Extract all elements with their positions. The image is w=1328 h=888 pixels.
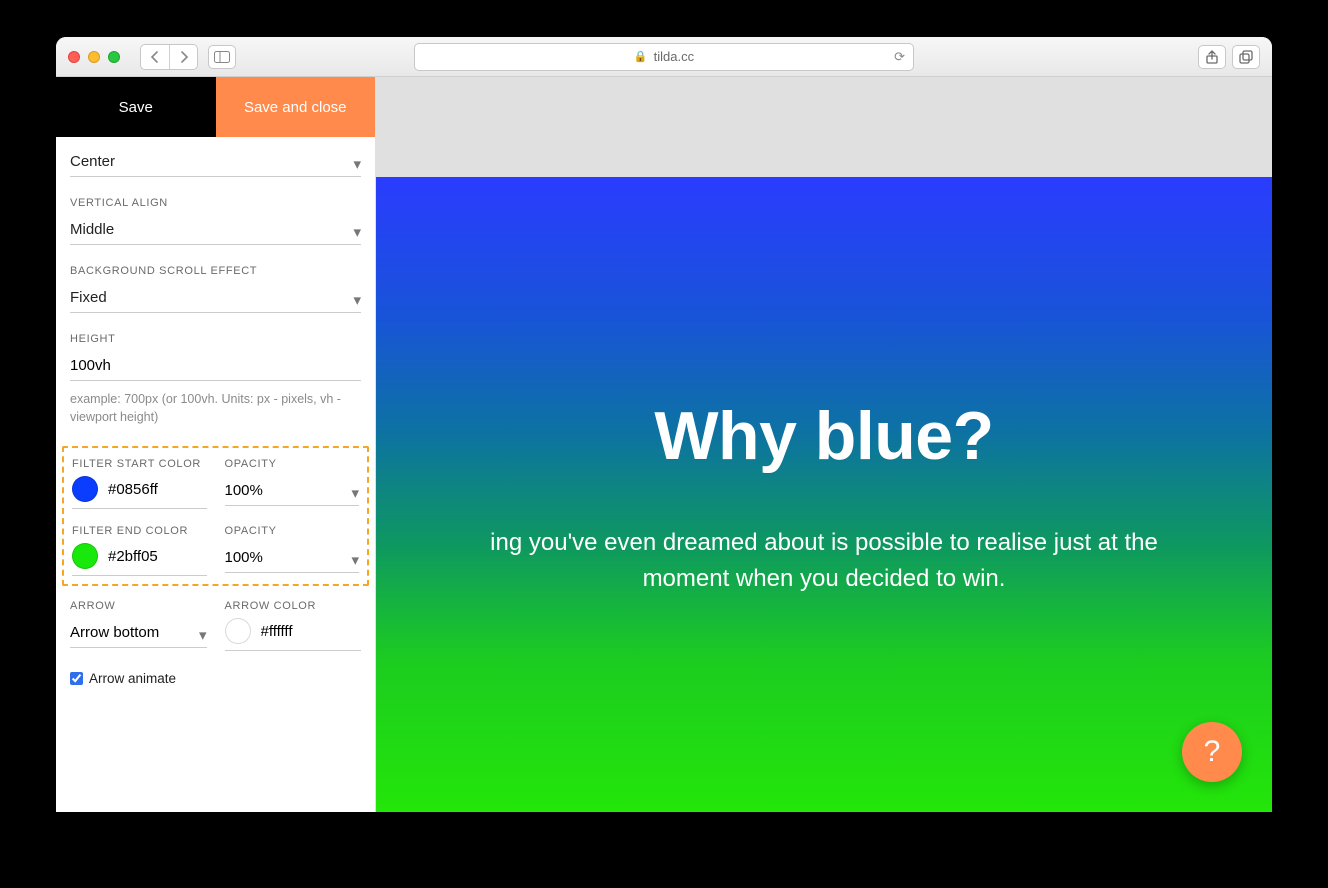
- height-input[interactable]: [70, 351, 361, 381]
- close-icon[interactable]: [68, 51, 80, 63]
- arrow-color-swatch[interactable]: [225, 618, 251, 644]
- tabs-button[interactable]: [1232, 45, 1260, 69]
- filter-end-opacity-select[interactable]: 100% ▾: [225, 543, 360, 573]
- filter-start-swatch[interactable]: [72, 476, 98, 502]
- url-bar[interactable]: 🔒 tilda.cc ⟳: [414, 43, 914, 71]
- filter-start-opacity-select[interactable]: 100% ▾: [225, 476, 360, 506]
- panel-body: Center ▾ VERTICAL ALIGN Middle ▾ BACKGRO…: [56, 137, 375, 812]
- filter-end-opacity-label: OPACITY: [225, 525, 360, 537]
- content: Save Save and close Center ▾ VERTICAL AL…: [56, 77, 1272, 812]
- valign-label: VERTICAL ALIGN: [70, 197, 361, 209]
- arrow-value: Arrow bottom: [70, 624, 159, 641]
- align-select[interactable]: Center ▾: [70, 147, 361, 177]
- height-hint: example: 700px (or 100vh. Units: px - pi…: [70, 391, 361, 426]
- arrow-color-input[interactable]: [261, 623, 362, 640]
- back-button[interactable]: [141, 45, 169, 69]
- height-label: HEIGHT: [70, 333, 361, 345]
- nav-buttons: [140, 44, 198, 70]
- maximize-icon[interactable]: [108, 51, 120, 63]
- chevron-down-icon: ▾: [351, 551, 359, 569]
- filter-colors-highlight: FILTER START COLOR OPACITY 100% ▾: [62, 446, 369, 586]
- filter-start-opacity-value: 100%: [225, 482, 263, 499]
- hero-title: Why blue?: [654, 397, 993, 475]
- filter-end-opacity-value: 100%: [225, 549, 263, 566]
- save-button[interactable]: Save: [56, 77, 216, 137]
- titlebar: 🔒 tilda.cc ⟳: [56, 37, 1272, 77]
- hero-subtitle: ing you've even dreamed about is possibl…: [464, 525, 1184, 597]
- filter-end-label: FILTER END COLOR: [72, 525, 207, 537]
- align-value: Center: [70, 153, 115, 170]
- help-button[interactable]: ?: [1182, 722, 1242, 782]
- chevron-down-icon: ▾: [353, 223, 361, 241]
- preview-canvas: Why blue? ing you've even dreamed about …: [376, 77, 1272, 812]
- filter-end-color-field[interactable]: [72, 543, 207, 576]
- browser-window: + 🔒 tilda.cc ⟳: [56, 37, 1272, 812]
- chevron-down-icon: ▾: [353, 291, 361, 309]
- save-and-close-button[interactable]: Save and close: [216, 77, 376, 137]
- arrow-select[interactable]: Arrow bottom ▾: [70, 618, 207, 648]
- arrow-color-label: ARROW COLOR: [225, 600, 362, 612]
- filter-start-color-field[interactable]: [72, 476, 207, 509]
- chevron-down-icon: ▾: [353, 155, 361, 173]
- bgscroll-label: BACKGROUND SCROLL EFFECT: [70, 265, 361, 277]
- url-host: tilda.cc: [654, 49, 694, 64]
- valign-value: Middle: [70, 221, 114, 238]
- minimize-icon[interactable]: [88, 51, 100, 63]
- sidebar-toggle-button[interactable]: [208, 45, 236, 69]
- filter-start-label: FILTER START COLOR: [72, 458, 207, 470]
- arrow-animate-input[interactable]: [70, 672, 83, 685]
- arrow-color-field[interactable]: [225, 618, 362, 651]
- arrow-animate-checkbox[interactable]: Arrow animate: [70, 671, 361, 686]
- settings-panel: Save Save and close Center ▾ VERTICAL AL…: [56, 77, 376, 812]
- lock-icon: 🔒: [634, 50, 648, 63]
- filter-end-input[interactable]: [108, 548, 207, 565]
- bgscroll-select[interactable]: Fixed ▾: [70, 283, 361, 313]
- bgscroll-value: Fixed: [70, 289, 107, 306]
- panel-actions: Save Save and close: [56, 77, 375, 137]
- filter-start-opacity-label: OPACITY: [225, 458, 360, 470]
- hero-block: Why blue? ing you've even dreamed about …: [376, 177, 1272, 812]
- forward-button[interactable]: [169, 45, 197, 69]
- chevron-down-icon: ▾: [351, 484, 359, 502]
- window-controls: [68, 51, 120, 63]
- share-button[interactable]: [1198, 45, 1226, 69]
- arrow-label: ARROW: [70, 600, 207, 612]
- reload-icon[interactable]: ⟳: [894, 49, 905, 65]
- valign-select[interactable]: Middle ▾: [70, 215, 361, 245]
- chevron-down-icon: ▾: [199, 626, 207, 644]
- arrow-animate-label: Arrow animate: [89, 671, 176, 686]
- titlebar-right: [1198, 45, 1260, 69]
- filter-start-input[interactable]: [108, 481, 207, 498]
- filter-end-swatch[interactable]: [72, 543, 98, 569]
